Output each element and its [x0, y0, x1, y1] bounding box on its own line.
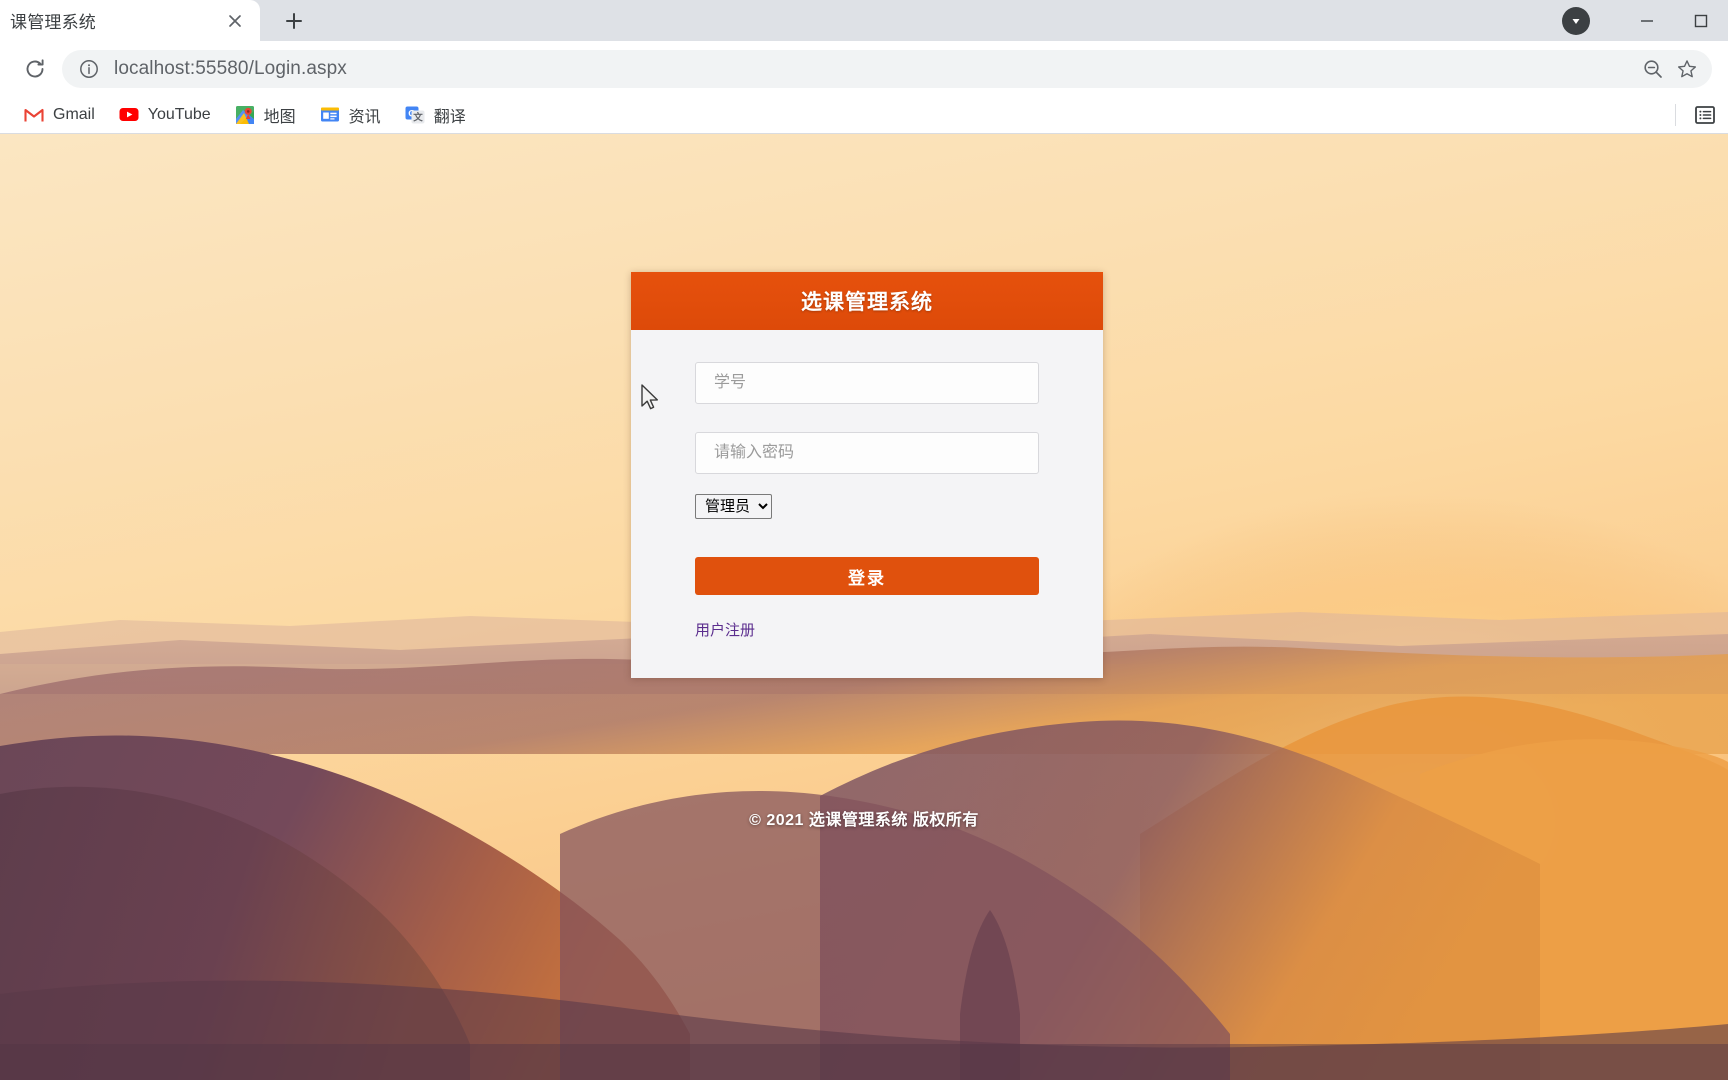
info-circle-icon[interactable]: [78, 58, 100, 80]
register-link[interactable]: 用户注册: [695, 619, 755, 640]
page-viewport: 选课管理系统 管理员教师学生 登录 用户注册 © 2021 选课管理系统 版权所…: [0, 134, 1728, 1080]
new-tab-button[interactable]: [274, 4, 314, 38]
bookmarks-bar: Gmail YouTube 地图 资讯 文 翻译: [0, 96, 1728, 134]
bookmark-label: Gmail: [53, 105, 95, 123]
copyright-footer: © 2021 选课管理系统 版权所有: [749, 812, 979, 829]
browser-tab[interactable]: 课管理系统: [0, 0, 260, 41]
student-id-input[interactable]: [695, 362, 1039, 404]
password-input[interactable]: [695, 432, 1039, 474]
bookmarks-bar-right: [1675, 96, 1718, 134]
login-card-header: 选课管理系统: [631, 272, 1103, 330]
browser-toolbar: localhost:55580/Login.aspx: [0, 41, 1728, 96]
login-card: 选课管理系统 管理员教师学生 登录 用户注册: [631, 272, 1103, 678]
google-maps-icon: [235, 105, 255, 125]
bookmark-translate[interactable]: G 文 翻译: [395, 100, 476, 130]
plus-icon: [286, 13, 302, 29]
reload-icon[interactable]: [14, 48, 56, 90]
svg-text:文: 文: [412, 111, 423, 123]
close-icon[interactable]: [222, 8, 248, 34]
star-icon[interactable]: [1670, 52, 1704, 86]
bookmark-gmail[interactable]: Gmail: [14, 100, 105, 130]
bookmark-maps[interactable]: 地图: [225, 100, 306, 130]
youtube-icon: [119, 105, 139, 125]
bookmark-label: 资讯: [348, 108, 381, 126]
bookmark-label: 翻译: [433, 108, 466, 126]
role-select[interactable]: 管理员教师学生: [695, 494, 772, 519]
login-form: 管理员教师学生 登录 用户注册: [631, 330, 1103, 678]
divider: [1675, 104, 1676, 126]
download-arrow-icon[interactable]: [1562, 6, 1590, 35]
zoom-out-magnifier-icon[interactable]: [1636, 52, 1670, 86]
page-title: 选课管理系统: [801, 291, 933, 314]
minimize-icon[interactable]: [1620, 0, 1674, 41]
bookmark-label: YouTube: [147, 105, 211, 123]
url-text: localhost:55580/Login.aspx: [114, 57, 347, 79]
tab-title: 课管理系统: [10, 13, 96, 32]
bookmark-label: 地图: [263, 108, 296, 126]
google-translate-icon: G 文: [405, 105, 425, 125]
bookmark-youtube[interactable]: YouTube: [109, 100, 221, 130]
bookmark-news[interactable]: 资讯: [310, 100, 391, 130]
login-button[interactable]: 登录: [695, 557, 1039, 595]
window-controls: [1562, 0, 1728, 41]
maximize-icon[interactable]: [1674, 0, 1728, 41]
reading-list-icon[interactable]: [1692, 102, 1718, 128]
gmail-icon: [24, 105, 44, 125]
tab-strip: 课管理系统: [0, 0, 1728, 41]
google-news-icon: [320, 105, 340, 125]
browser-window: 课管理系统 localhost:55580/Login.aspx Gmail Y…: [0, 0, 1728, 1080]
address-bar[interactable]: localhost:55580/Login.aspx: [62, 49, 1712, 88]
